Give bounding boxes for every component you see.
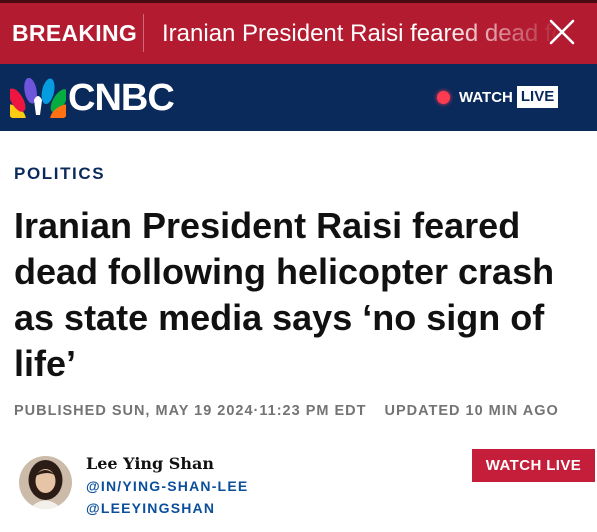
- watch-label: WATCH: [459, 88, 513, 106]
- breaking-headline-container: Iranian President Raisi feared dead foll…: [162, 0, 562, 64]
- page: BREAKING Iranian President Raisi feared …: [0, 0, 597, 532]
- watch-live-button[interactable]: WATCH LIVE: [472, 449, 595, 482]
- published-time: PUBLISHED SUN, MAY 19 2024·11:23 PM EDT: [14, 403, 367, 419]
- author-linkedin-link[interactable]: @IN/YING-SHAN-LEE: [86, 478, 248, 494]
- breaking-news-banner[interactable]: BREAKING Iranian President Raisi feared …: [0, 0, 597, 64]
- logo-wordmark: CNBC: [68, 77, 175, 119]
- author-photo: [19, 456, 72, 509]
- author-twitter-link[interactable]: @LEEYINGSHAN: [86, 500, 215, 516]
- close-icon: [549, 19, 575, 45]
- cnbc-logo[interactable]: CNBC: [10, 78, 200, 118]
- close-banner-button[interactable]: [546, 16, 578, 48]
- live-dot-icon: [437, 90, 450, 104]
- article-timestamps: PUBLISHED SUN, MAY 19 2024·11:23 PM EDT U…: [14, 403, 597, 419]
- peacock-icon: [10, 78, 66, 118]
- breaking-divider: [143, 14, 144, 52]
- author-avatar[interactable]: [19, 456, 72, 509]
- watch-live-nav-link[interactable]: WATCH LIVE: [437, 84, 559, 110]
- section-link-politics[interactable]: POLITICS: [14, 164, 105, 184]
- breaking-label: BREAKING: [12, 20, 138, 46]
- breaking-headline[interactable]: Iranian President Raisi feared dead foll…: [162, 20, 562, 48]
- site-header: CNBC WATCH LIVE: [0, 64, 597, 131]
- article-headline: Iranian President Raisi feared dead foll…: [14, 205, 555, 384]
- live-badge: LIVE: [516, 86, 559, 108]
- updated-time: UPDATED 10 MIN AGO: [384, 403, 559, 419]
- author-name[interactable]: Lee Ying Shan: [86, 454, 214, 473]
